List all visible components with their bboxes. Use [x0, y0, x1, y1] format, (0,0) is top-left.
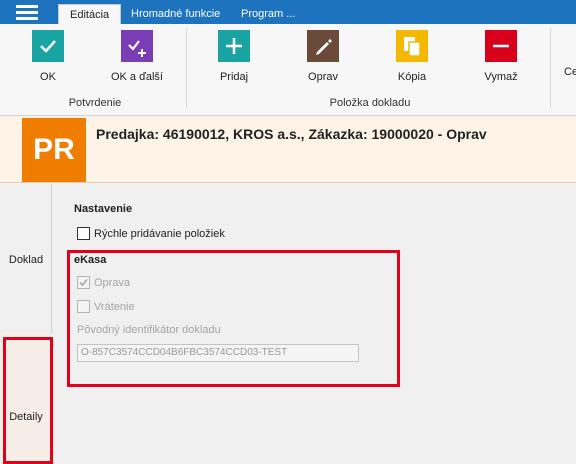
tab-editacia[interactable]: Editácia	[58, 4, 122, 24]
quick-add-checkbox[interactable]	[77, 227, 90, 240]
highlight-frame	[67, 250, 400, 387]
pencil-icon	[307, 30, 339, 62]
cut-button-label[interactable]: Ce	[564, 66, 576, 78]
menu-icon[interactable]	[8, 2, 48, 22]
ribbon-separator	[550, 28, 551, 108]
plus-icon	[218, 30, 250, 62]
edit-button-label: Oprav	[308, 71, 338, 83]
quick-add-label: Rýchle pridávanie položiek	[94, 228, 225, 240]
add-button-label: Pridaj	[219, 71, 249, 83]
document-type-badge: PR	[22, 118, 86, 182]
section-heading-nastavenie: Nastavenie	[74, 203, 133, 215]
group-label-confirm: Potvrdenie	[68, 97, 122, 109]
delete-button[interactable]: Vymaž	[456, 30, 546, 88]
copy-button[interactable]: Kópia	[367, 30, 457, 88]
ok-button[interactable]: OK	[3, 30, 93, 88]
check-plus-icon	[121, 30, 153, 62]
copy-button-label: Kópia	[397, 71, 427, 83]
tab-hromadne-funkcie[interactable]: Hromadné funkcie	[120, 4, 231, 24]
tab-program[interactable]: Program ...	[230, 4, 306, 24]
add-button[interactable]: Pridaj	[189, 30, 279, 88]
side-tab-doklad[interactable]: Doklad	[0, 254, 52, 266]
check-icon	[32, 30, 64, 62]
ok-next-button-label: OK a ďalší	[110, 71, 163, 83]
delete-button-label: Vymaž	[484, 71, 518, 83]
ok-next-button[interactable]: OK a ďalší	[92, 30, 182, 88]
minus-icon	[485, 30, 517, 62]
copy-icon	[396, 30, 428, 62]
document-header: PR Predajka: 46190012, KROS a.s., Zákazk…	[0, 117, 576, 183]
ribbon: OK OK a ďalší Pridaj Oprav Kópia Vymaž C…	[0, 24, 576, 116]
ribbon-separator	[186, 28, 187, 108]
group-label-item: Položka dokladu	[329, 97, 411, 109]
highlight-frame	[3, 337, 53, 464]
edit-button[interactable]: Oprav	[278, 30, 368, 88]
ok-button-label: OK	[40, 71, 56, 83]
ribbon-tab-bar: Editácia Hromadné funkcie Program ...	[0, 0, 576, 24]
page-title: Predajka: 46190012, KROS a.s., Zákazka: …	[96, 126, 487, 142]
